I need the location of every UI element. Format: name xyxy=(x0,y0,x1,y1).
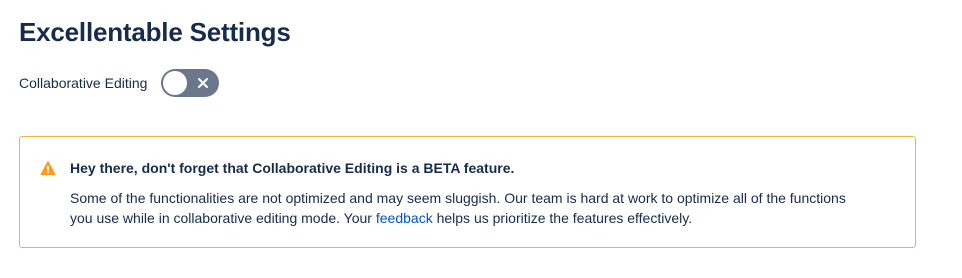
feedback-link[interactable]: feedback xyxy=(376,210,433,226)
collaborative-editing-toggle[interactable] xyxy=(161,69,220,97)
page-title: Excellentable Settings xyxy=(19,17,291,47)
banner-body-line-1: Some of the functionalities are not opti… xyxy=(70,190,846,206)
banner-body-line-2-end: helps us prioritize the features effecti… xyxy=(432,210,693,226)
close-icon xyxy=(195,75,211,91)
collaborative-editing-setting: Collaborative Editing xyxy=(19,69,220,97)
settings-page: Excellentable Settings Collaborative Edi… xyxy=(0,0,962,278)
banner-heading: Hey there, don't forget that Collaborati… xyxy=(70,160,515,176)
banner-body-line-2: you use while in collaborative editing m… xyxy=(70,208,900,228)
banner-body-line-2-start: you use while in collaborative editing m… xyxy=(70,210,376,226)
collaborative-editing-label: Collaborative Editing xyxy=(19,75,148,91)
warning-icon xyxy=(40,160,56,176)
banner-body: Some of the functionalities are not opti… xyxy=(70,188,900,228)
beta-warning-banner: Hey there, don't forget that Collaborati… xyxy=(19,136,916,248)
toggle-knob xyxy=(163,71,188,95)
